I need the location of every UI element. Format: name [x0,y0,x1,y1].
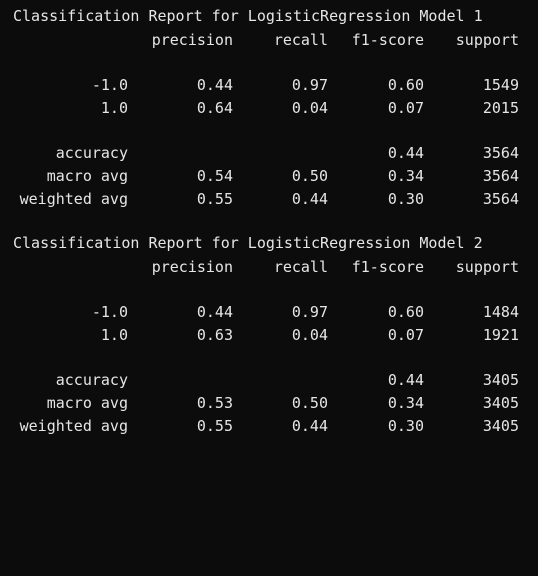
row-label: weighted avg [19,417,128,435]
f1-value: 0.60 [387,303,424,321]
precision-value: 0.53 [196,394,233,412]
header-precision: precision [151,31,233,49]
report-2-title: Classification Report for LogisticRegres… [13,234,483,252]
precision-value: 0.63 [196,326,233,344]
header-f1-score: f1-score [351,31,424,49]
report-2-row-class-1: 1.0 0.63 0.04 0.07 1921 [0,324,538,347]
report-1-header-row: precision recall f1-score support [0,29,538,52]
f1-value: 0.34 [387,394,424,412]
recall-value: 0.97 [291,303,328,321]
support-value: 2015 [482,99,519,117]
support-value: 1484 [482,303,519,321]
support-value: 3564 [482,167,519,185]
report-1-row-accuracy: accuracy 0.44 3564 [0,142,538,165]
report-1-title: Classification Report for LogisticRegres… [13,7,483,25]
f1-value: 0.44 [387,371,424,389]
support-value: 3564 [482,190,519,208]
f1-value: 0.44 [387,144,424,162]
row-label: accuracy [55,371,128,389]
recall-value: 0.44 [291,417,328,435]
f1-value: 0.07 [387,99,424,117]
report-1-row-macro-avg: macro avg 0.54 0.50 0.34 3564 [0,165,538,188]
report-2-row-macro-avg: macro avg 0.53 0.50 0.34 3405 [0,392,538,415]
precision-value: 0.64 [196,99,233,117]
support-value: 3405 [482,371,519,389]
header-recall: recall [273,258,328,276]
report-1-row-class-1: 1.0 0.64 0.04 0.07 2015 [0,97,538,120]
row-label: 1.0 [100,326,128,344]
row-label: macro avg [46,167,128,185]
report-2-row-class-neg1: -1.0 0.44 0.97 0.60 1484 [0,301,538,324]
report-2-row-weighted-avg: weighted avg 0.55 0.44 0.30 3405 [0,415,538,438]
f1-value: 0.07 [387,326,424,344]
support-value: 3405 [482,394,519,412]
console-output[interactable]: Classification Report for LogisticRegres… [0,0,538,457]
precision-value: 0.55 [196,190,233,208]
support-value: 3564 [482,144,519,162]
precision-value: 0.44 [196,303,233,321]
row-label: 1.0 [100,99,128,117]
row-label: -1.0 [91,303,128,321]
support-value: 3405 [482,417,519,435]
f1-value: 0.30 [387,417,424,435]
precision-value: 0.44 [196,76,233,94]
support-value: 1921 [482,326,519,344]
row-label: accuracy [55,144,128,162]
recall-value: 0.44 [291,190,328,208]
row-label: -1.0 [91,76,128,94]
recall-value: 0.97 [291,76,328,94]
recall-value: 0.04 [291,326,328,344]
header-support: support [455,258,519,276]
header-recall: recall [273,31,328,49]
report-2-header-row: precision recall f1-score support [0,256,538,279]
f1-value: 0.34 [387,167,424,185]
report-1-row-weighted-avg: weighted avg 0.55 0.44 0.30 3564 [0,188,538,211]
report-1-row-class-neg1: -1.0 0.44 0.97 0.60 1549 [0,74,538,97]
precision-value: 0.54 [196,167,233,185]
header-f1-score: f1-score [351,258,424,276]
recall-value: 0.50 [291,394,328,412]
recall-value: 0.04 [291,99,328,117]
support-value: 1549 [482,76,519,94]
f1-value: 0.30 [387,190,424,208]
row-label: macro avg [46,394,128,412]
header-precision: precision [151,258,233,276]
report-2-row-accuracy: accuracy 0.44 3405 [0,369,538,392]
f1-value: 0.60 [387,76,424,94]
row-label: weighted avg [19,190,128,208]
precision-value: 0.55 [196,417,233,435]
recall-value: 0.50 [291,167,328,185]
header-support: support [455,31,519,49]
